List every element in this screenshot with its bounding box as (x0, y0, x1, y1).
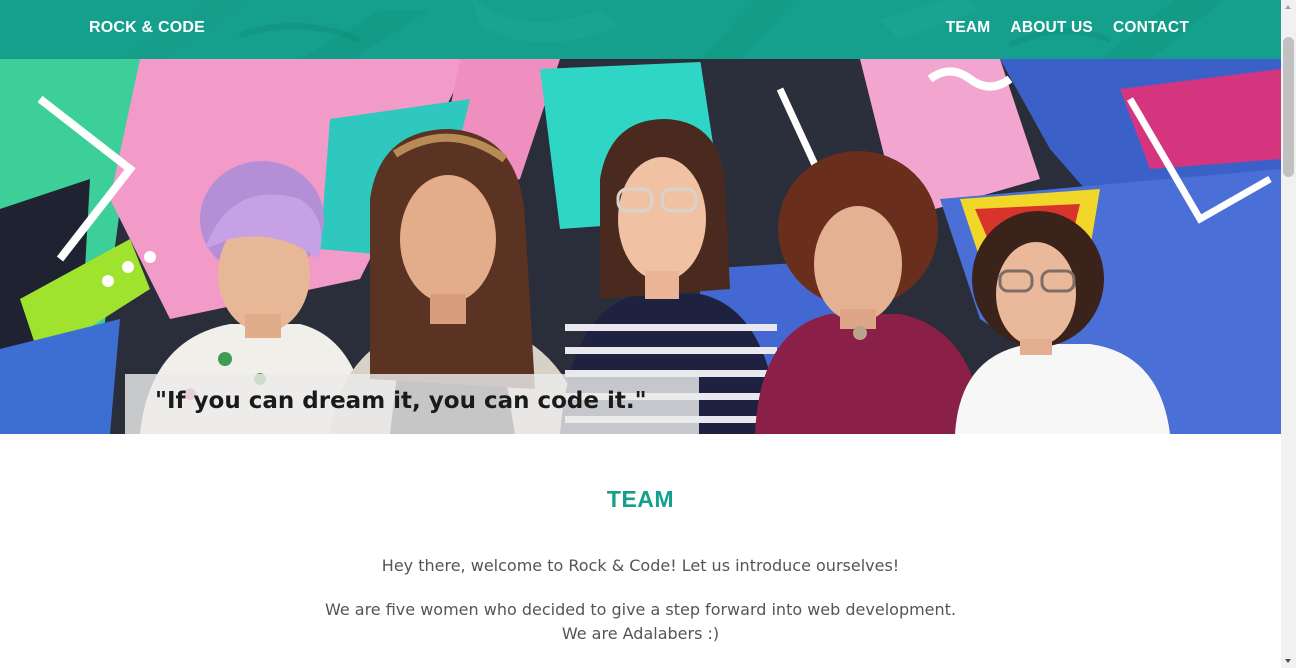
nav-team-link[interactable]: TEAM (946, 19, 991, 37)
brand-logo-link[interactable]: ROCK & CODE (89, 19, 205, 37)
hero-banner: "If you can dream it, you can code it." (0, 59, 1281, 434)
quote-overlay: "If you can dream it, you can code it." (125, 374, 699, 434)
nav-about-us-link[interactable]: ABOUT US (1010, 19, 1093, 37)
nav-contact-link[interactable]: CONTACT (1113, 19, 1189, 37)
team-intro-paragraph: Hey there, welcome to Rock & Code! Let u… (381, 556, 900, 575)
scrollbar-thumb[interactable] (1283, 37, 1294, 177)
scroll-down-arrow-icon[interactable] (1281, 653, 1296, 668)
page: ROCK & CODE TEAM ABOUT US CONTACT "If yo… (0, 0, 1281, 668)
team-description-line-1: We are five women who decided to give a … (324, 600, 957, 619)
team-description-line-2: We are Adalabers :) (561, 624, 720, 643)
team-description-paragraph: We are five women who decided to give a … (0, 598, 1281, 646)
site-header: ROCK & CODE TEAM ABOUT US CONTACT (0, 0, 1281, 59)
hero-quote: "If you can dream it, you can code it." (155, 388, 647, 414)
scroll-up-arrow-icon[interactable] (1281, 0, 1296, 15)
main-nav: TEAM ABOUT US CONTACT (926, 19, 1189, 37)
team-section-title: TEAM (606, 486, 675, 512)
vertical-scrollbar[interactable] (1281, 0, 1296, 668)
